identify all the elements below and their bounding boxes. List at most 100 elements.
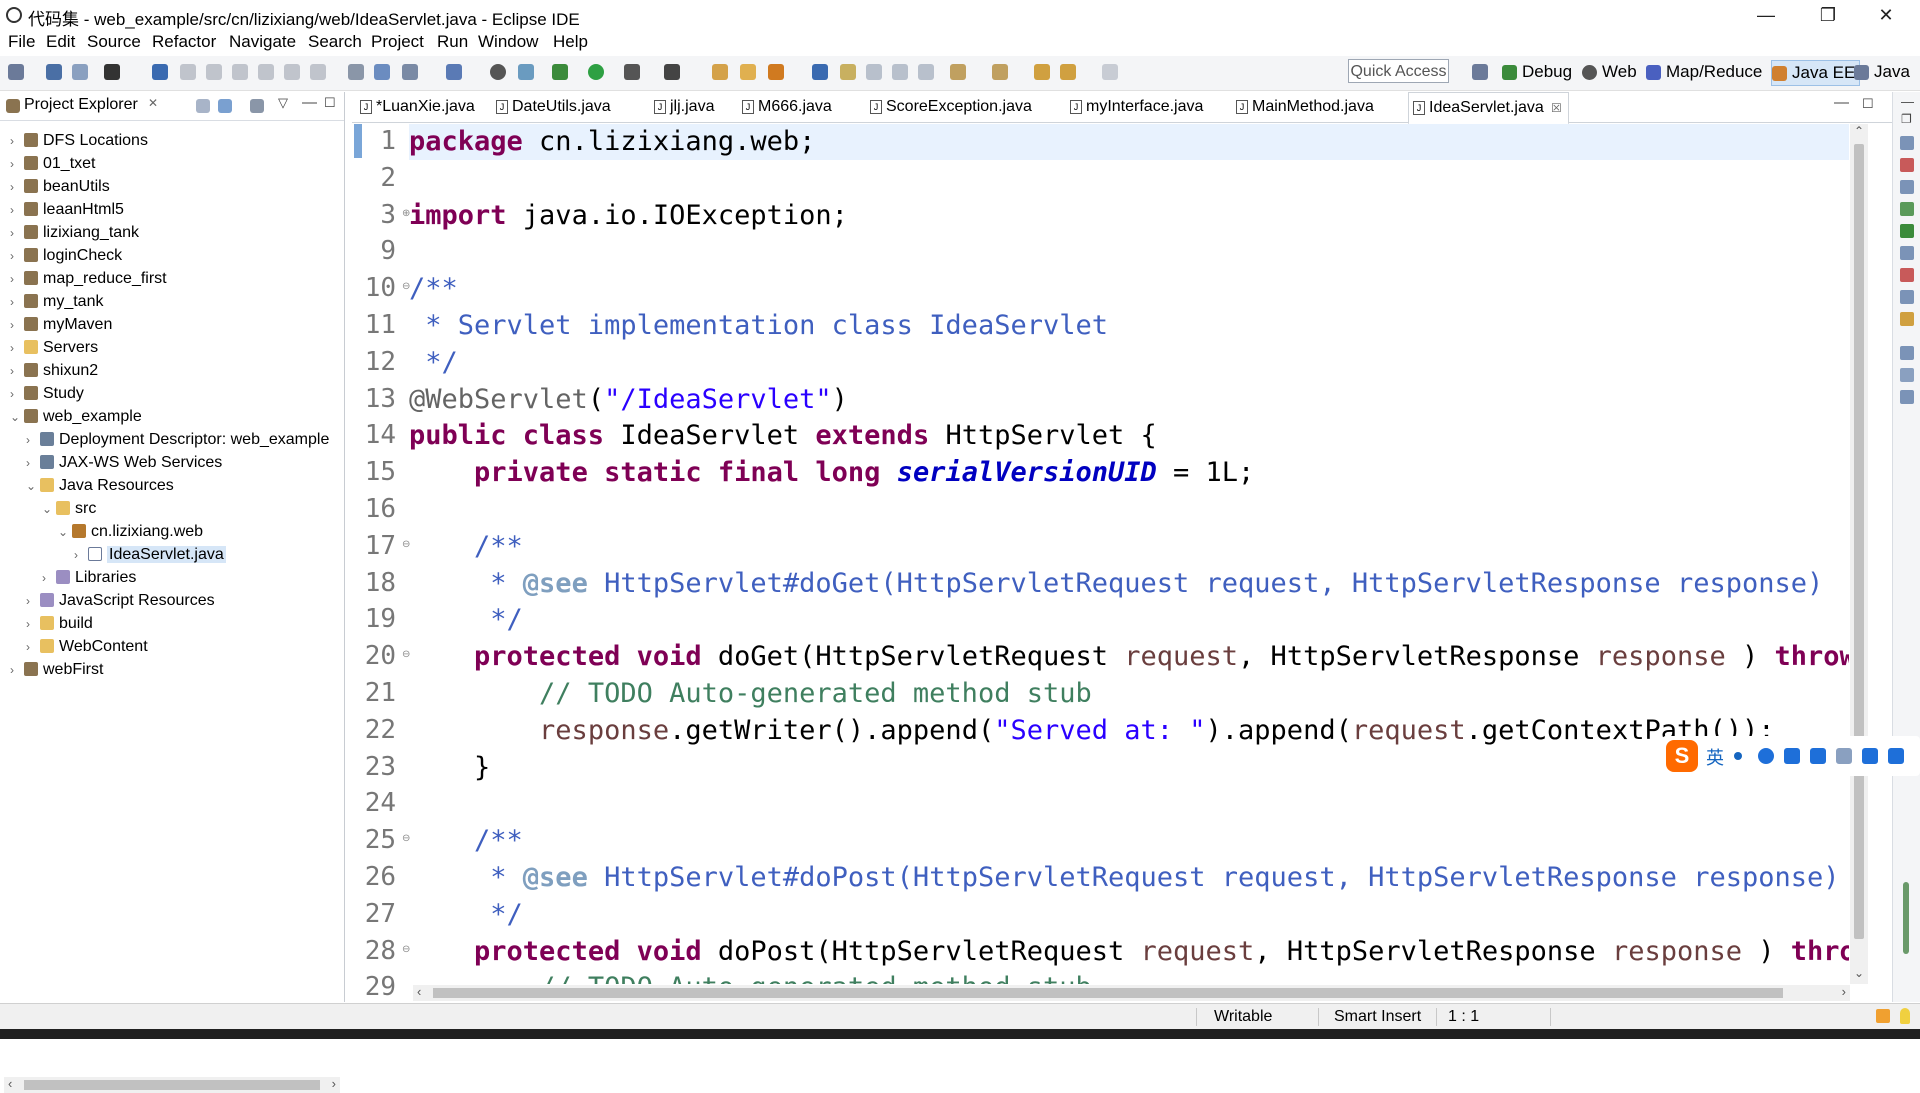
new-class-icon[interactable]: [768, 64, 784, 80]
code-line[interactable]: /**: [409, 271, 1849, 307]
close-view-icon[interactable]: ✕: [148, 96, 158, 110]
code-line[interactable]: [409, 161, 1849, 197]
maximize-editor-icon[interactable]: ☐: [1862, 96, 1874, 112]
insert-mode-status[interactable]: Smart Insert: [1334, 1008, 1421, 1026]
coverage-icon[interactable]: [624, 64, 640, 80]
menu-source[interactable]: Source: [87, 32, 141, 52]
menu-file[interactable]: File: [8, 32, 35, 52]
outline-icon[interactable]: [1900, 136, 1914, 150]
new-package-icon[interactable]: [740, 64, 756, 80]
run-config-icon[interactable]: [104, 64, 120, 80]
skip-breakpoints-icon[interactable]: [152, 64, 168, 80]
restore-button[interactable]: ❐: [1802, 0, 1854, 30]
search-results-icon[interactable]: [1900, 312, 1914, 326]
menu-edit[interactable]: Edit: [46, 32, 75, 52]
menu-help[interactable]: Help: [553, 32, 588, 52]
tab-m666[interactable]: J M666.java: [738, 92, 832, 122]
perspective-java[interactable]: Java: [1854, 60, 1910, 84]
minimize-editor-icon[interactable]: —: [1834, 94, 1849, 111]
scroll-left-icon[interactable]: ‹: [8, 1076, 12, 1091]
expand-icon[interactable]: ›: [26, 429, 40, 452]
external-tools-icon[interactable]: [664, 64, 680, 80]
tree-item-deployment-descriptor-web-example[interactable]: › Deployment Descriptor: web_example: [26, 428, 329, 451]
console-icon[interactable]: [1900, 290, 1914, 304]
settings-icon[interactable]: [1836, 748, 1852, 764]
code-line[interactable]: */: [409, 897, 1849, 933]
tip-lightbulb-icon[interactable]: [1900, 1008, 1910, 1024]
tree-item-study[interactable]: › Study: [10, 382, 84, 405]
resume-icon[interactable]: [180, 64, 196, 80]
filter-icon[interactable]: [250, 99, 264, 113]
code-editor[interactable]: package cn.lizixiang.web; import java.io.…: [409, 124, 1849, 984]
open-perspective-icon[interactable]: [1472, 64, 1488, 80]
keyboard-icon[interactable]: [1810, 748, 1826, 764]
new-web-icon[interactable]: [446, 64, 462, 80]
perspective-mapreduce[interactable]: Map/Reduce: [1646, 60, 1762, 84]
code-line[interactable]: [409, 234, 1849, 270]
tree-item-src[interactable]: ⌄ src: [42, 497, 96, 520]
tab-ideaservlet[interactable]: J IdeaServlet.java ☒: [1408, 92, 1569, 125]
code-line[interactable]: * @see HttpServlet#doGet(HttpServletRequ…: [409, 566, 1849, 602]
expand-icon[interactable]: ›: [10, 268, 24, 291]
tree-item-my-tank[interactable]: › my_tank: [10, 290, 103, 313]
tree-item-beanutils[interactable]: › beanUtils: [10, 175, 110, 198]
snippets-icon[interactable]: [1900, 246, 1914, 260]
code-line[interactable]: * Servlet implementation class IdeaServl…: [409, 308, 1849, 344]
expand-icon[interactable]: ›: [26, 590, 40, 613]
editor-vscrollbar[interactable]: ⌃ ⌄: [1850, 124, 1868, 984]
expand-icon[interactable]: ›: [26, 613, 40, 636]
hierarchy-icon[interactable]: [1900, 390, 1914, 404]
expand-icon[interactable]: ›: [10, 199, 24, 222]
code-line[interactable]: [409, 786, 1849, 822]
code-line[interactable]: import java.io.IOException;: [409, 198, 1849, 234]
tree-item-javascript-resources[interactable]: › JavaScript Resources: [26, 589, 215, 612]
punctuation-icon[interactable]: [1734, 752, 1742, 760]
next-edit-icon[interactable]: [950, 64, 966, 80]
tree-item-servers[interactable]: › Servers: [10, 336, 98, 359]
code-line[interactable]: package cn.lizixiang.web;: [409, 124, 1849, 160]
microphone-icon[interactable]: [1784, 748, 1800, 764]
show-whitespace-icon[interactable]: [918, 64, 934, 80]
new-icon[interactable]: [8, 64, 24, 80]
tree-item-lizixiang-tank[interactable]: › lizixiang_tank: [10, 221, 139, 244]
suspend-icon[interactable]: [206, 64, 222, 80]
scroll-up-icon[interactable]: ⌃: [1854, 124, 1864, 138]
explorer-hscroll-thumb[interactable]: [24, 1080, 320, 1090]
tree-item-webcontent[interactable]: › WebContent: [26, 635, 148, 658]
code-line[interactable]: response.getWriter().append("Served at: …: [409, 713, 1849, 749]
expand-icon[interactable]: ›: [10, 245, 24, 268]
expand-icon[interactable]: ›: [10, 130, 24, 153]
back-icon[interactable]: [1034, 64, 1050, 80]
scroll-down-icon[interactable]: ⌄: [1854, 966, 1864, 980]
code-line[interactable]: @WebServlet("/IdeaServlet"): [409, 382, 1849, 418]
tree-item-build[interactable]: › build: [26, 612, 93, 635]
tab-jlj[interactable]: J jlj.java: [650, 92, 714, 122]
explorer-hscrollbar[interactable]: ‹ ›: [4, 1076, 340, 1093]
minimize-button[interactable]: —: [1740, 0, 1792, 30]
expand-icon[interactable]: ›: [42, 567, 56, 590]
save-icon[interactable]: [46, 64, 62, 80]
code-line[interactable]: // TODO Auto-generated method stub: [409, 970, 1849, 984]
perspective-javaee[interactable]: Java EE: [1771, 60, 1861, 86]
tab-scoreexception[interactable]: J ScoreException.java: [866, 92, 1032, 122]
editor-vscroll-thumb[interactable]: [1854, 144, 1864, 939]
tree-item-map-reduce-first[interactable]: › map_reduce_first: [10, 267, 167, 290]
code-line[interactable]: /**: [409, 529, 1849, 565]
collapse-icon[interactable]: ⌄: [26, 475, 40, 498]
close-button[interactable]: ✕: [1860, 0, 1912, 30]
tree-item-01-txet[interactable]: › 01_txet: [10, 152, 95, 175]
tree-item-dfs-locations[interactable]: › DFS Locations: [10, 129, 148, 152]
back-history-icon[interactable]: [1060, 64, 1076, 80]
code-line[interactable]: }: [409, 750, 1849, 786]
ime-toolbar[interactable]: S 英: [1662, 736, 1920, 776]
open-type-icon[interactable]: [402, 64, 418, 80]
pin-icon[interactable]: [840, 64, 856, 80]
quick-access-input[interactable]: Quick Access: [1348, 59, 1449, 83]
code-line[interactable]: protected void doPost(HttpServletRequest…: [409, 934, 1849, 970]
tree-item-webfirst[interactable]: › webFirst: [10, 658, 103, 681]
tree-item-mymaven[interactable]: › myMaven: [10, 313, 112, 336]
next-annotation-icon[interactable]: [866, 64, 882, 80]
tree-item-leaanhtml5[interactable]: › leaanHtml5: [10, 198, 124, 221]
collapse-icon[interactable]: ⌄: [10, 406, 24, 429]
save-all-icon[interactable]: [72, 64, 88, 80]
